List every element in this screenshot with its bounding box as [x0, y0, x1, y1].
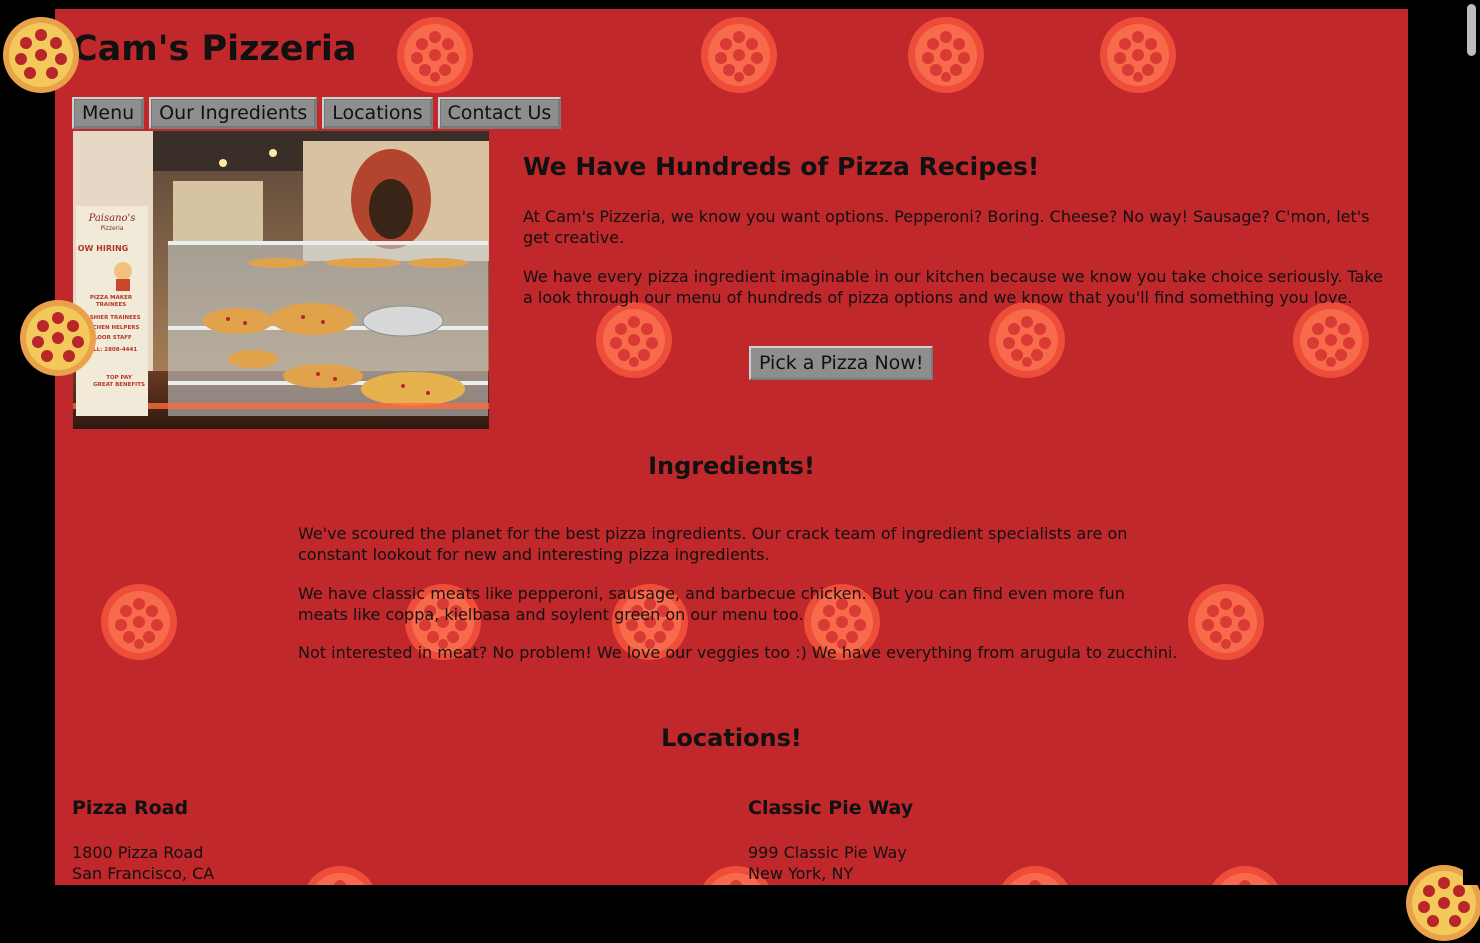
ingredients-heading: Ingredients!: [648, 452, 815, 480]
hero-paragraph: At Cam's Pizzeria, we know you want opti…: [523, 207, 1370, 247]
hero-paragraph: We have every pizza ingredient imaginabl…: [523, 267, 1383, 307]
site-title: Cam's Pizzeria: [72, 29, 357, 69]
pizzeria-interior-photo: Paisano's Pizzeria OW HIRING PIZZA MAKER…: [73, 131, 489, 429]
svg-text:TRAINEES: TRAINEES: [96, 302, 126, 308]
location-address: 1800 Pizza Road: [72, 843, 204, 862]
pizza-icon: [1, 15, 81, 95]
page-container: Cam's Pizzeria Menu Our Ingredients Loca…: [55, 9, 1408, 885]
location-city: New York, NY: [748, 864, 854, 883]
nav-contact-button[interactable]: Contact Us: [437, 97, 562, 129]
locations-heading: Locations!: [661, 724, 802, 752]
ingredients-paragraph: Not interested in meat? No problem! We l…: [298, 643, 1178, 662]
hero-heading: We Have Hundreds of Pizza Recipes!: [523, 152, 1040, 181]
pizza-icon: [594, 300, 674, 380]
pizza-icon: [1186, 582, 1266, 662]
svg-text:TOP PAY: TOP PAY: [106, 375, 133, 381]
pizza-icon: [1205, 864, 1285, 885]
pizza-icon: [1098, 15, 1178, 95]
svg-text:Pizzeria: Pizzeria: [101, 225, 124, 232]
ingredients-paragraph: We have classic meats like pepperoni, sa…: [298, 584, 1125, 624]
location-name: Pizza Road: [72, 797, 189, 819]
ingredients-paragraph: We've scoured the planet for the best pi…: [298, 524, 1128, 564]
nav-ingredients-button[interactable]: Our Ingredients: [149, 97, 318, 129]
pizza-icon: [699, 15, 779, 95]
location-city: San Francisco, CA: [72, 864, 215, 883]
svg-text:GREAT BENEFITS: GREAT BENEFITS: [93, 382, 145, 388]
svg-text:Paisano's: Paisano's: [88, 213, 136, 224]
pizza-icon: [906, 15, 986, 95]
location-name: Classic Pie Way: [748, 797, 914, 819]
main-nav: Menu Our Ingredients Locations Contact U…: [72, 97, 562, 129]
pizza-icon: [395, 15, 475, 95]
scrollbar-thumb[interactable]: [1467, 4, 1476, 56]
page-scrollbar[interactable]: [1463, 0, 1480, 885]
nav-menu-button[interactable]: Menu: [72, 97, 145, 129]
pizza-icon: [987, 300, 1067, 380]
location-address: 999 Classic Pie Way: [748, 843, 907, 862]
pizza-icon: [18, 298, 98, 378]
svg-text:OW HIRING: OW HIRING: [78, 244, 128, 253]
pizza-icon: [995, 864, 1075, 885]
pizza-icon: [1291, 300, 1371, 380]
pizza-icon: [300, 864, 380, 885]
pizza-icon: [99, 582, 179, 662]
nav-locations-button[interactable]: Locations: [322, 97, 433, 129]
pick-pizza-button[interactable]: Pick a Pizza Now!: [749, 346, 934, 380]
